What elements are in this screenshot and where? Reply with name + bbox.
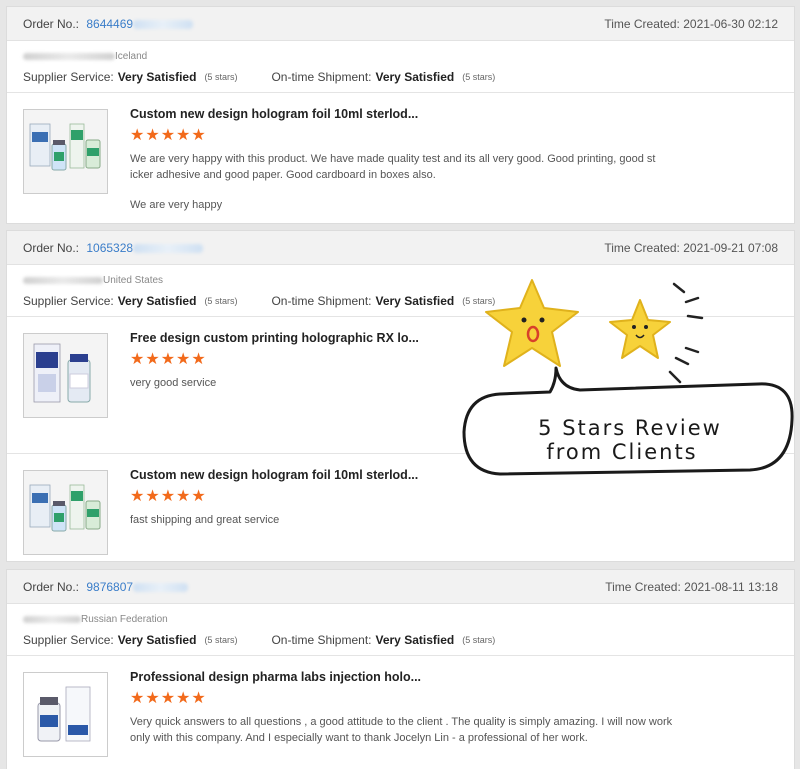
supplier-service-label: Supplier Service:: [23, 294, 114, 308]
order-no-label: Order No.:: [23, 579, 80, 594]
order-number-link[interactable]: 8644469: [86, 17, 133, 31]
supplier-service-stars: (5 stars): [204, 635, 238, 645]
bubble-line-2: from Clients: [546, 440, 698, 464]
ontime-shipment-rating: Very Satisfied: [375, 70, 455, 84]
redacted-order-suffix: [133, 582, 189, 592]
ontime-shipment-label: On-time Shipment:: [271, 70, 372, 84]
time-created-value: 2021-08-11 13:18: [684, 579, 778, 594]
order-header: Order No.: 8644469 Time Created: 2021-06…: [7, 7, 794, 41]
order-no-label: Order No.:: [23, 240, 80, 255]
ontime-shipment-stars: (5 stars): [462, 72, 496, 82]
supplier-service-label: Supplier Service:: [23, 70, 114, 84]
redacted-order-suffix: [133, 19, 194, 29]
order-info: Iceland Supplier Service: Very Satisfied…: [7, 41, 794, 93]
product-thumbnail[interactable]: [23, 333, 108, 418]
redacted-order-suffix: [133, 243, 204, 253]
supplier-service-label: Supplier Service:: [23, 633, 114, 647]
product-title[interactable]: Custom new design hologram foil 10ml ste…: [130, 107, 778, 121]
service-ratings: Supplier Service: Very Satisfied (5 star…: [23, 68, 778, 86]
supplier-service-stars: (5 stars): [204, 296, 238, 306]
bubble-line-1: 5 Stars Review: [538, 416, 722, 440]
review-item: Professional design pharma labs injectio…: [7, 656, 794, 757]
time-created-label: Time Created:: [604, 16, 680, 31]
ontime-shipment-label: On-time Shipment:: [271, 294, 372, 308]
service-ratings: Supplier Service: Very Satisfied (5 star…: [23, 631, 778, 649]
time-created-label: Time Created:: [604, 240, 680, 255]
review-text: We are very happy with this product. We …: [130, 151, 680, 213]
product-thumbnail[interactable]: [23, 470, 108, 555]
order-header: Order No.: 9876807 Time Created: 2021-08…: [7, 570, 794, 604]
order-number-link[interactable]: 9876807: [86, 580, 133, 594]
order-number-link[interactable]: 1065328: [86, 241, 133, 255]
review-text: fast shipping and great service: [130, 514, 280, 526]
ontime-shipment-stars: (5 stars): [462, 635, 496, 645]
product-thumbnail[interactable]: [23, 672, 108, 757]
order-card: Order No.: 8644469 Time Created: 2021-06…: [6, 6, 795, 224]
sparkle-lines: [668, 282, 704, 384]
star-smiling-icon: [609, 299, 671, 359]
time-created-label: Time Created:: [605, 579, 681, 594]
review-item: Custom new design hologram foil 10ml ste…: [7, 93, 794, 223]
five-stars-overlay: 5 Stars Review from Clients: [460, 272, 800, 492]
supplier-service-stars: (5 stars): [204, 72, 238, 82]
product-thumbnail[interactable]: [23, 109, 108, 194]
time-created-value: 2021-09-21 07:08: [683, 240, 778, 255]
time-created-value: 2021-06-30 02:12: [683, 16, 778, 31]
review-text-extra: We are very happy: [130, 199, 223, 211]
review-text: Very quick answers to all questions , a …: [130, 716, 673, 744]
ontime-shipment-rating: Very Satisfied: [375, 633, 455, 647]
order-no-label: Order No.:: [23, 16, 80, 31]
order-info: Russian Federation Supplier Service: Ver…: [7, 604, 794, 656]
rating-stars: ★★★★★: [130, 127, 207, 144]
order-header: Order No.: 1065328 Time Created: 2021-09…: [7, 231, 794, 265]
supplier-service-rating: Very Satisfied: [117, 70, 197, 84]
buyer-country: Russian Federation: [23, 612, 778, 626]
rating-stars: ★★★★★: [130, 690, 207, 707]
ontime-shipment-rating: Very Satisfied: [375, 294, 455, 308]
order-card: Order No.: 9876807 Time Created: 2021-08…: [6, 569, 795, 769]
buyer-country: Iceland: [23, 49, 778, 63]
supplier-service-rating: Very Satisfied: [117, 633, 197, 647]
supplier-service-rating: Very Satisfied: [117, 294, 197, 308]
ontime-shipment-label: On-time Shipment:: [271, 633, 372, 647]
product-title[interactable]: Professional design pharma labs injectio…: [130, 670, 778, 684]
star-surprised-icon: [485, 279, 579, 367]
